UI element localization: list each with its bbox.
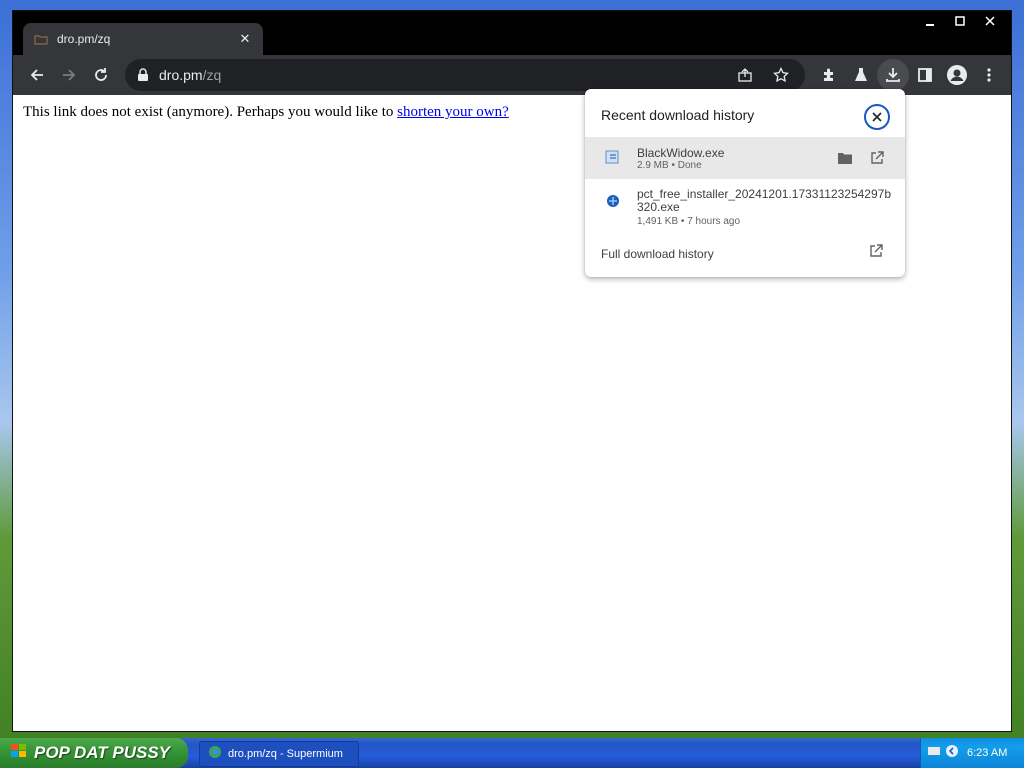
maximize-button[interactable]	[945, 11, 975, 31]
chevron-left-icon[interactable]	[945, 744, 959, 763]
tab-close-icon[interactable]: ✕	[237, 31, 253, 47]
extensions-puzzle-icon[interactable]	[813, 59, 845, 91]
labs-flask-icon[interactable]	[845, 59, 877, 91]
open-external-icon[interactable]	[869, 244, 885, 260]
show-in-folder-icon[interactable]	[836, 149, 854, 167]
taskbar-item-label: dro.pm/zq - Supermium	[228, 748, 343, 760]
right-toolbar	[813, 59, 1005, 91]
minimize-button[interactable]	[915, 11, 945, 31]
taskbar: POP DAT PUSSY dro.pm/zq - Supermium 6:23…	[0, 738, 1024, 768]
browser-icon	[208, 745, 222, 764]
folder-icon	[33, 33, 49, 45]
close-window-button[interactable]	[975, 11, 1005, 31]
open-external-icon[interactable]	[868, 149, 886, 167]
url-host: dro.pm	[159, 67, 203, 83]
download-name: pct_free_installer_20241201.173311232542…	[637, 187, 891, 214]
installer-icon	[605, 193, 621, 209]
share-icon[interactable]	[729, 59, 761, 91]
download-item[interactable]: BlackWidow.exe 2.9 MB • Done	[585, 137, 905, 179]
windows-logo-icon	[10, 743, 28, 764]
system-tray: 6:23 AM	[920, 738, 1024, 768]
close-icon[interactable]	[864, 104, 890, 130]
download-meta: 1,491 KB • 7 hours ago	[637, 216, 741, 227]
lock-icon[interactable]	[135, 67, 151, 83]
tab-title: dro.pm/zq	[57, 32, 111, 46]
keyboard-icon[interactable]	[927, 744, 941, 762]
shorten-link[interactable]: shorten your own?	[397, 104, 509, 120]
browser-tab[interactable]: dro.pm/zq ✕	[23, 23, 263, 55]
address-bar[interactable]: dro.pm/zq	[125, 59, 805, 91]
omnibox-actions	[729, 59, 797, 91]
download-icon[interactable]	[877, 59, 909, 91]
reload-icon[interactable]	[85, 59, 117, 91]
message-text: This link does not exist (anymore). Perh…	[23, 104, 394, 120]
exe-file-icon	[605, 149, 621, 165]
download-meta: 2.9 MB • Done	[637, 160, 702, 171]
download-name: BlackWidow.exe	[637, 146, 725, 160]
menu-kebab-icon[interactable]	[973, 59, 1005, 91]
download-item[interactable]: pct_free_installer_20241201.173311232542…	[585, 181, 905, 231]
window-controls	[915, 11, 1005, 31]
start-label: POP DAT PUSSY	[34, 743, 171, 762]
forward-icon[interactable]	[53, 59, 85, 91]
bookmark-star-icon[interactable]	[765, 59, 797, 91]
url-path: /zq	[202, 67, 222, 83]
url-text[interactable]: dro.pm/zq	[159, 67, 729, 83]
title-bar: dro.pm/zq ✕	[13, 11, 1011, 55]
download-bubble-title: Recent download history	[601, 107, 755, 123]
full-download-history-link[interactable]: Full download history	[601, 247, 714, 261]
taskbar-item-browser[interactable]: dro.pm/zq - Supermium	[199, 741, 359, 767]
clock: 6:23 AM	[967, 747, 1008, 759]
download-bubble: Recent download history BlackWidow.exe 2…	[585, 89, 905, 277]
back-icon[interactable]	[21, 59, 53, 91]
side-panel-icon[interactable]	[909, 59, 941, 91]
profile-avatar-icon[interactable]	[941, 59, 973, 91]
page-message: This link does not exist (anymore). Perh…	[23, 104, 509, 121]
start-button[interactable]: POP DAT PUSSY	[0, 738, 188, 768]
